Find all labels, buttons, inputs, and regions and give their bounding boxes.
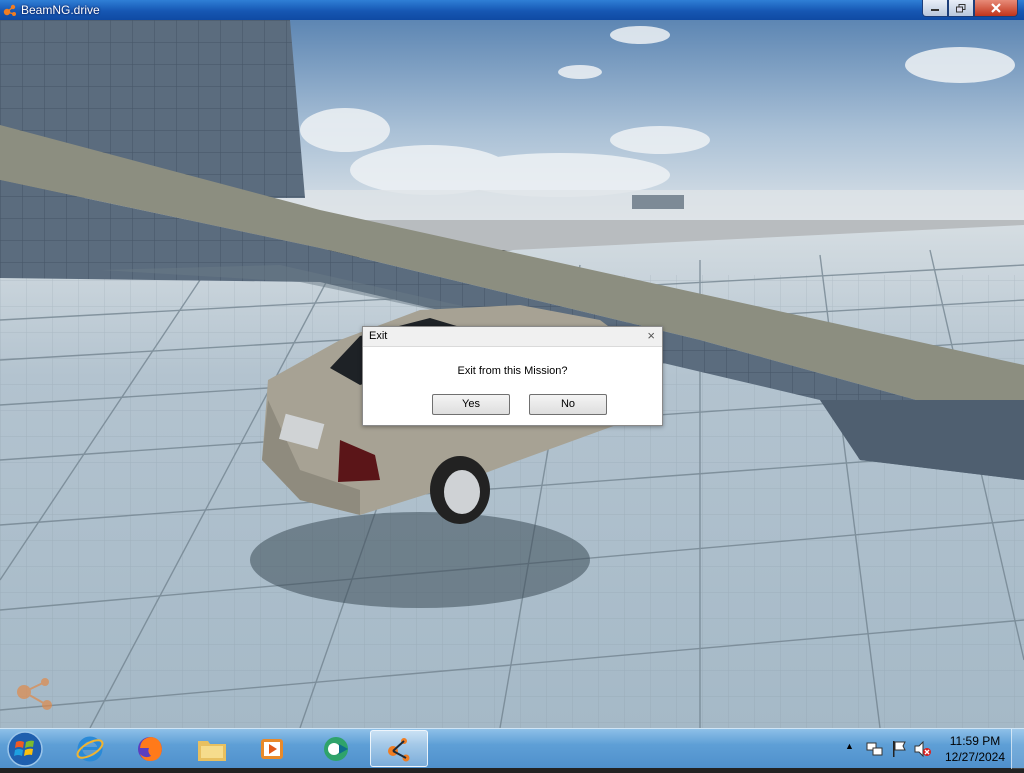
taskbar-beamng[interactable] [370,730,428,767]
dialog-title-bar: Exit × [363,327,662,347]
action-center-flag-icon[interactable] [891,740,907,758]
window-title-bar: BeamNG.drive [0,0,1024,20]
volume-muted-icon[interactable] [914,741,932,757]
clock-date: 12/27/2024 [944,750,1006,764]
yes-button[interactable]: Yes [432,394,510,415]
camtasia-icon [324,736,348,761]
tray-overflow-icon[interactable]: ▲ [845,741,854,751]
restore-button[interactable] [948,0,974,17]
clock-time: 11:59 PM [949,734,1001,748]
dialog-title: Exit [369,330,388,342]
firefox-icon [138,736,162,761]
taskbar-camtasia[interactable] [310,730,362,767]
taskbar-firefox[interactable] [124,730,176,767]
dialog-message: Exit from this Mission? [457,365,568,377]
internet-explorer-icon [76,736,104,761]
taskbar-file-explorer[interactable] [186,730,238,767]
start-button[interactable] [5,730,45,768]
minimize-icon [931,9,939,11]
windows-start-icon [7,731,43,767]
taskbar: ▲ 11:59 PM 12/27/2024 [0,728,1024,769]
restore-icon [956,3,966,12]
close-icon [991,3,1001,13]
beamng-logo-icon [3,4,16,16]
file-explorer-icon [198,740,226,761]
window-title: BeamNG.drive [21,3,100,17]
taskbar-media-player[interactable] [246,730,298,767]
dialog-close-icon[interactable]: × [647,328,655,344]
close-button[interactable] [974,0,1018,17]
show-desktop-button[interactable] [1011,729,1024,769]
no-button[interactable]: No [529,394,607,415]
exit-dialog: Exit × Exit from this Mission? Yes No [362,326,663,426]
minimize-button[interactable] [922,0,948,17]
beamng-icon [388,737,410,761]
network-icon[interactable] [866,741,884,757]
taskbar-internet-explorer[interactable] [64,730,116,767]
media-player-icon [261,738,283,759]
window-controls [922,0,1018,18]
taskbar-clock[interactable]: 11:59 PM 12/27/2024 [940,733,1010,765]
